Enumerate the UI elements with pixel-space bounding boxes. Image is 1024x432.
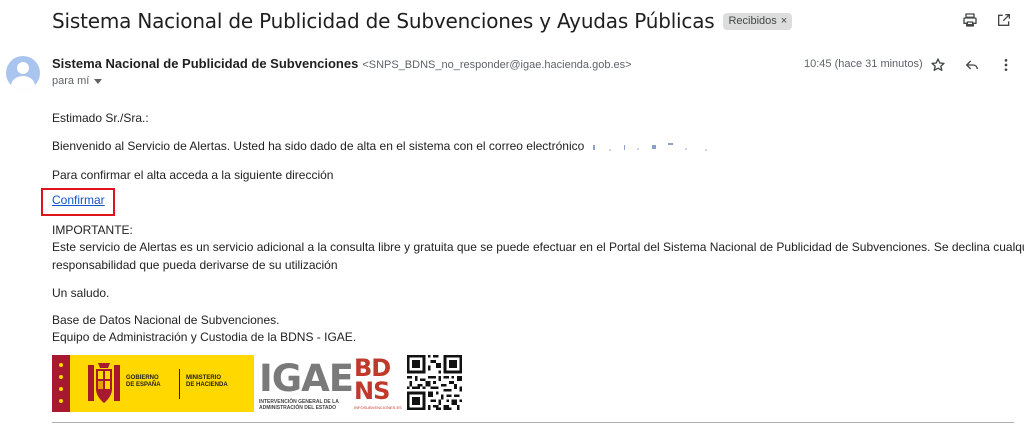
avatar-body-shape: [11, 76, 35, 90]
sender-name[interactable]: Sistema Nacional de Publicidad de Subven…: [52, 56, 358, 71]
open-in-new-window-icon: [998, 14, 1010, 26]
remove-label-icon[interactable]: ×: [781, 15, 787, 27]
ministerio-text: MINISTERIO DE HACIENDA: [186, 375, 228, 388]
reply-button[interactable]: [962, 55, 982, 75]
bdns-logo: BD NS INFOSUBVENCIONES.ES: [354, 355, 404, 412]
closing-text: Un saludo.: [52, 286, 110, 300]
footer-divider: [52, 422, 1014, 423]
more-vertical-icon: [1004, 59, 1008, 71]
chevron-down-icon[interactable]: [94, 78, 103, 84]
important-title: IMPORTANTE:: [52, 223, 133, 237]
subject-row: Sistema Nacional de Publicidad de Subven…: [52, 8, 1024, 34]
greeting-text: Estimado Sr./Sra.:: [52, 111, 149, 125]
signature-line-2: Equipo de Administración y Custodia de l…: [52, 330, 357, 344]
print-button[interactable]: [960, 10, 980, 30]
open-new-window-button[interactable]: [994, 10, 1014, 30]
label-chip-text: Recibidos: [728, 15, 777, 27]
bdns-subtitle: INFOSUBVENCIONES.ES: [354, 405, 402, 410]
confirm-prompt-text: Para confirmar el alta acceda a la sigui…: [52, 168, 334, 182]
igae-logo: IGAE INTERVENCIÓN GENERAL DE LA ADMINISTR…: [257, 355, 354, 412]
important-line-2: responsabilidad que pueda derivarse de s…: [52, 258, 338, 272]
more-options-button[interactable]: [996, 55, 1016, 75]
welcome-text: Bienvenido al Servicio de Alertas. Usted…: [52, 139, 585, 153]
important-line-1: Este servicio de Alertas es un servicio …: [52, 240, 1024, 254]
recipient-row[interactable]: para mí: [52, 75, 103, 87]
logo-divider: [179, 369, 180, 399]
eu-stars-icon: [59, 363, 63, 403]
sender-email: <SNPS_BDNS_no_responder@igae.hacienda.go…: [362, 59, 632, 71]
message-actions: [928, 55, 1016, 75]
email-subject: Sistema Nacional de Publicidad de Subven…: [52, 9, 715, 33]
gobierno-text: GOBIERNO DE ESPAÑA: [126, 375, 161, 388]
printer-icon: [963, 13, 977, 27]
redacted-email-address: [563, 143, 707, 151]
label-chip-inbox[interactable]: Recibidos ×: [723, 12, 793, 30]
coat-of-arms-icon: [88, 363, 120, 403]
recipient-text: para mí: [52, 75, 90, 87]
igae-subtitle: INTERVENCIÓN GENERAL DE LA ADMINISTRACIÓN…: [259, 399, 339, 411]
confirm-link[interactable]: Confirmar: [52, 193, 105, 207]
signature-logos: GOBIERNO DE ESPAÑA MINISTERIO DE HACIENDA …: [52, 355, 462, 412]
top-actions: [960, 10, 1014, 30]
sender-avatar[interactable]: [6, 56, 40, 90]
avatar-head-shape: [17, 62, 29, 74]
bdns-logo-line-2: NS: [354, 377, 390, 405]
igae-logo-text: IGAE: [259, 357, 354, 400]
bdns-logo-line-1: BD: [354, 354, 391, 382]
star-button[interactable]: [928, 55, 948, 75]
sender-row: Sistema Nacional de Publicidad de Subven…: [52, 56, 632, 71]
qr-code-icon: [407, 355, 462, 410]
reply-icon: [965, 60, 978, 70]
gobierno-espana-logo: GOBIERNO DE ESPAÑA MINISTERIO DE HACIENDA: [52, 355, 254, 412]
email-timestamp: 10:45 (hace 31 minutos): [804, 58, 923, 70]
signature-line-1: Base de Datos Nacional de Subvenciones.: [52, 313, 280, 327]
star-icon: [931, 58, 945, 71]
